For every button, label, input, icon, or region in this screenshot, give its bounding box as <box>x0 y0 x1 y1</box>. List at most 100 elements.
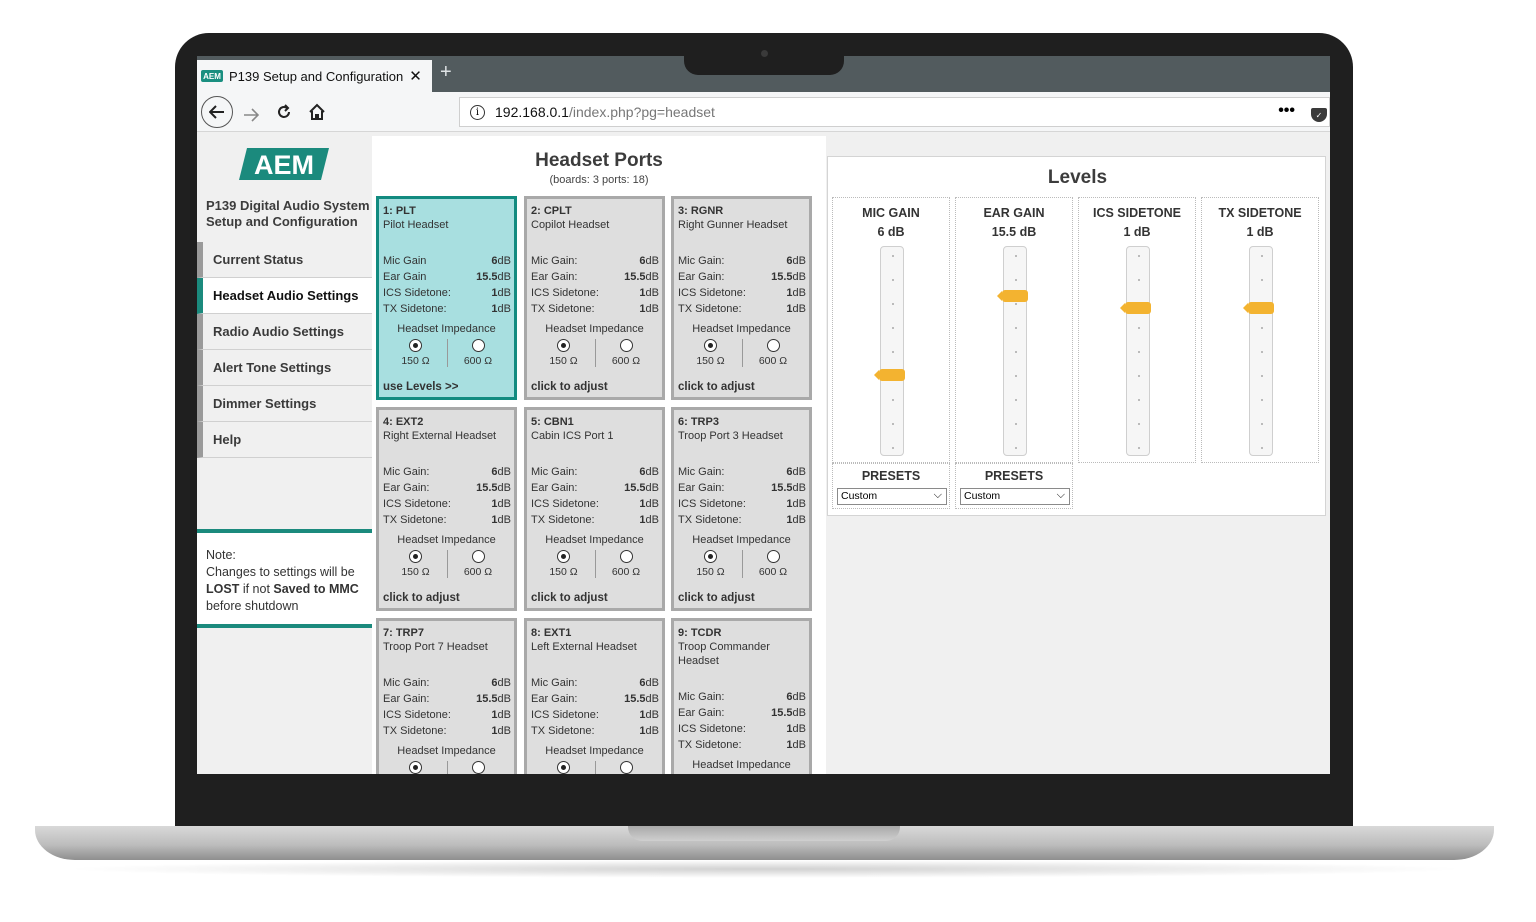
port-name: Cabin ICS Port 1 <box>531 430 614 442</box>
unit-label: dB <box>645 287 659 299</box>
impedance-600-radio[interactable] <box>471 550 485 563</box>
port-card[interactable]: 6: TRP3 Troop Port 3 Headset Mic Gain: 6dB E… <box>671 407 812 611</box>
nav-headset-audio-settings[interactable]: Headset Audio Settings <box>197 278 372 314</box>
slider-name: MIC GAIN <box>862 206 920 220</box>
impedance-150-radio[interactable] <box>557 339 570 352</box>
impedance-label: Headset Impedance <box>545 745 644 757</box>
port-id: 2: CPLT <box>531 205 572 217</box>
unit-label: dB <box>497 255 511 267</box>
nav-alert-tone-settings[interactable]: Alert Tone Settings <box>197 350 372 386</box>
levels-title: Levels <box>1047 167 1108 188</box>
impedance-150-radio[interactable] <box>409 550 422 563</box>
impedance-label: Headset Impedance <box>545 534 644 546</box>
slider-thumb[interactable] <box>997 290 1028 302</box>
slider-tick <box>1138 375 1140 377</box>
impedance-150-radio[interactable] <box>704 339 717 352</box>
port-id: 9: TCDR <box>678 627 722 639</box>
preset-value: Custom <box>964 490 1001 502</box>
tx-sidetone-label: TX Sidetone: <box>383 514 447 526</box>
nav-help[interactable]: Help <box>197 422 372 458</box>
impedance-600-radio[interactable] <box>766 550 780 563</box>
mic-gain-label: Mic Gain: <box>383 677 430 689</box>
port-footer-link[interactable]: use Levels >> <box>383 381 458 393</box>
port-card[interactable]: 4: EXT2 Right External Headset Mic Gain: 6d… <box>376 407 517 611</box>
port-card[interactable]: 7: TRP7 Troop Port 7 Headset Mic Gain: 6dB E… <box>376 618 517 774</box>
back-button[interactable] <box>201 96 233 128</box>
slider-track[interactable] <box>1243 246 1274 456</box>
impedance-150-radio[interactable] <box>409 761 422 774</box>
port-footer-link[interactable]: click to adjust <box>531 592 608 604</box>
sidebar: AEM P139 Digital Audio System Setup and … <box>197 132 372 774</box>
slider-track[interactable] <box>997 246 1028 456</box>
slider-value: 1 dB <box>1123 225 1151 239</box>
port-card[interactable]: 8: EXT1 Left External Headset Mic Gain: 6dB… <box>524 618 665 774</box>
impedance-label: Headset Impedance <box>397 323 496 335</box>
close-tab-icon[interactable]: ✕ <box>409 67 422 85</box>
port-id: 5: CBN1 <box>531 416 574 428</box>
unit-label: dB <box>792 255 806 267</box>
impedance-150-label: 150 Ω <box>696 566 725 578</box>
slider-thumb[interactable] <box>1243 302 1274 314</box>
port-card[interactable]: 9: TCDR Troop Commander Headset Mic Gain: 6… <box>671 618 812 774</box>
forward-button[interactable] <box>243 105 260 128</box>
impedance-600-radio[interactable] <box>619 761 633 774</box>
slider-tick <box>1015 351 1017 353</box>
port-name: Troop Port 3 Headset <box>678 430 783 442</box>
impedance-150-radio[interactable] <box>704 550 717 563</box>
impedance-150-label: 150 Ω <box>696 355 725 367</box>
preset-select[interactable]: Custom ⌵ <box>837 488 947 505</box>
impedance-150-radio[interactable] <box>557 550 570 563</box>
mic-gain-label: Mic Gain: <box>531 466 578 478</box>
level-slider-box: EAR GAIN 15.5 dB <box>955 197 1073 463</box>
pocket-icon[interactable]: ✓ <box>1311 108 1327 122</box>
address-bar[interactable]: i 192.168.0.1/index.php?pg=headset ••• ✓ <box>459 97 1330 127</box>
slider-tick <box>1261 327 1263 329</box>
slider-track[interactable] <box>1120 246 1151 456</box>
impedance-150-radio[interactable] <box>409 339 422 352</box>
system-title: P139 Digital Audio System Setup and Conf… <box>206 198 370 229</box>
ear-gain-label: Ear Gain: <box>678 707 725 719</box>
home-button[interactable] <box>308 103 326 127</box>
port-card[interactable]: 1: PLT Pilot Headset Mic Gain 6dB Ear Gain 15… <box>376 196 517 400</box>
impedance-600-radio[interactable] <box>619 339 633 352</box>
laptop-shadow <box>60 860 1470 878</box>
page-actions-menu[interactable]: ••• <box>1278 102 1295 120</box>
port-footer-link[interactable]: click to adjust <box>383 592 460 604</box>
slider-thumb[interactable] <box>874 369 905 381</box>
impedance-600-radio[interactable] <box>471 339 485 352</box>
slider-thumb[interactable] <box>1120 302 1151 314</box>
nav-radio-audio-settings[interactable]: Radio Audio Settings <box>197 314 372 350</box>
unit-label: dB <box>792 271 806 283</box>
nav-dimmer-settings[interactable]: Dimmer Settings <box>197 386 372 422</box>
info-icon[interactable]: i <box>470 104 485 120</box>
slider-track[interactable] <box>874 246 905 456</box>
impedance-150-radio[interactable] <box>557 761 570 774</box>
impedance-600-radio[interactable] <box>619 550 633 563</box>
reload-button[interactable] <box>275 103 293 127</box>
preset-value: Custom <box>841 490 878 502</box>
slider-tick <box>1138 351 1140 353</box>
impedance-600-radio[interactable] <box>471 761 485 774</box>
new-tab-button[interactable]: + <box>440 61 452 84</box>
ear-gain-value: 15.5 <box>476 693 498 705</box>
port-footer-link[interactable]: click to adjust <box>531 381 608 393</box>
port-footer-link[interactable]: click to adjust <box>678 381 755 393</box>
note-saved: Saved to MMC <box>273 582 359 596</box>
port-card[interactable]: 5: CBN1 Cabin ICS Port 1 Mic Gain: 6dB Ear G… <box>524 407 665 611</box>
tx-sidetone-label: TX Sidetone: <box>678 739 742 751</box>
port-card[interactable]: 3: RGNR Right Gunner Headset Mic Gain: 6dB E… <box>671 196 812 400</box>
screen: AEM P139 Setup and Configuration ✕ + i 1… <box>197 56 1330 774</box>
port-footer-link[interactable]: click to adjust <box>678 592 755 604</box>
nav-current-status[interactable]: Current Status <box>197 242 372 278</box>
port-name: Troop Commander Headset <box>678 641 770 667</box>
unit-label: dB <box>645 498 659 510</box>
preset-select[interactable]: Custom ⌵ <box>960 488 1070 505</box>
tx-sidetone-label: TX Sidetone: <box>678 514 742 526</box>
slider-value: 15.5 dB <box>991 225 1037 239</box>
presets-box: PRESETS Custom ⌵ <box>955 463 1073 509</box>
unit-label: dB <box>645 303 659 315</box>
ear-gain-value: 15.5 <box>624 482 646 494</box>
browser-tab[interactable]: AEM P139 Setup and Configuration ✕ <box>197 60 432 92</box>
port-card[interactable]: 2: CPLT Copilot Headset Mic Gain: 6dB Ear Ga… <box>524 196 665 400</box>
impedance-600-radio[interactable] <box>766 339 780 352</box>
